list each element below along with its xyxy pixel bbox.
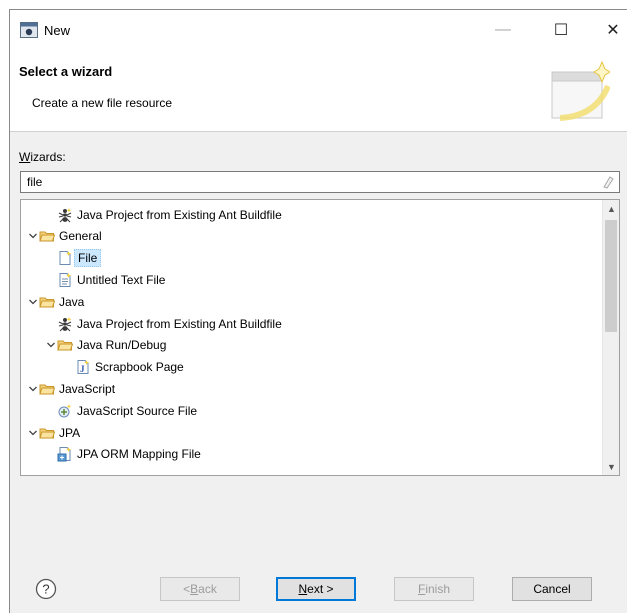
tree-item[interactable]: JavaScript Source File	[45, 400, 197, 421]
scrollbar-thumb[interactable]	[605, 220, 617, 332]
tree-item-label: File	[74, 249, 102, 268]
svg-text:?: ?	[42, 582, 49, 597]
new-wizard-banner-icon	[551, 60, 610, 121]
folder-icon	[57, 337, 73, 353]
title-bar[interactable]: New — ☐ ✕	[10, 10, 627, 50]
banner-title: Select a wizard	[19, 64, 113, 79]
tree-item[interactable]: JPA ORM Mapping File	[45, 444, 201, 465]
tree-item[interactable]: Java Run/Debug	[45, 335, 166, 356]
tree-item-label: Java Project from Existing Ant Buildfile	[77, 316, 282, 331]
tree-item-label: JPA	[59, 425, 81, 440]
scroll-up-arrow-icon[interactable]: ▲	[603, 200, 619, 217]
maximize-button[interactable]: ☐	[538, 10, 584, 50]
finish-button[interactable]: Finish	[394, 577, 474, 601]
tree-item-label: Java	[59, 294, 85, 309]
expand-chevron-icon[interactable]	[45, 339, 57, 351]
scrapbook-icon: J	[75, 359, 91, 375]
expand-chevron-icon[interactable]	[27, 427, 39, 439]
expand-chevron-icon[interactable]	[27, 383, 39, 395]
tree-item[interactable]: Untitled Text File	[45, 269, 165, 290]
tree-item-label: Scrapbook Page	[95, 360, 184, 375]
tree-item-label: JavaScript	[59, 381, 116, 396]
wizard-filter-input[interactable]: file	[20, 171, 620, 193]
folder-icon	[39, 425, 55, 441]
back-button[interactable]: < Back	[160, 577, 240, 601]
tree-item-label: Untitled Text File	[77, 272, 166, 287]
tree-item-label: JavaScript Source File	[77, 403, 198, 418]
tree-item[interactable]: Java	[27, 291, 84, 312]
ant-project-icon	[57, 316, 73, 332]
jpa-mapping-icon	[57, 446, 73, 462]
folder-icon	[39, 228, 55, 244]
clear-filter-icon[interactable]	[601, 175, 615, 189]
tree-item[interactable]: J Scrapbook Page	[63, 357, 184, 378]
tree-item[interactable]: Java Project from Existing Ant Buildfile	[45, 313, 282, 334]
vertical-scrollbar[interactable]: ▲ ▼	[602, 200, 619, 475]
filter-text: file	[27, 175, 43, 189]
js-file-icon	[57, 403, 73, 419]
window-title: New	[44, 23, 71, 38]
next-button[interactable]: Next >	[276, 577, 356, 601]
new-wizard-dialog: New — ☐ ✕ Select a wizard Create a new f…	[9, 9, 627, 613]
cancel-button[interactable]: Cancel	[512, 577, 592, 601]
text-file-icon	[57, 272, 73, 288]
tree-item[interactable]: Java Project from Existing Ant Buildfile	[45, 204, 282, 225]
wizards-label: Wizards:	[19, 150, 66, 164]
eclipse-window-icon	[20, 22, 38, 38]
svg-text:J: J	[80, 364, 85, 374]
tree-item-label: Java Project from Existing Ant Buildfile	[77, 207, 282, 222]
tree-item[interactable]: JPA	[27, 422, 80, 443]
banner-description: Create a new file resource	[32, 96, 173, 110]
tree-item-selected[interactable]: File	[45, 248, 102, 269]
scroll-down-arrow-icon[interactable]: ▼	[603, 458, 619, 475]
folder-icon	[39, 381, 55, 397]
tree-item-label: General	[59, 229, 102, 244]
expand-chevron-icon[interactable]	[27, 296, 39, 308]
wizard-tree[interactable]: Java Project from Existing Ant Buildfile…	[20, 199, 620, 476]
wizard-banner: Select a wizard Create a new file resour…	[10, 50, 627, 132]
tree-item-label: JPA ORM Mapping File	[77, 447, 201, 462]
tree-item-label: Java Run/Debug	[77, 338, 167, 353]
expand-chevron-icon[interactable]	[27, 230, 39, 242]
ant-project-icon	[57, 207, 73, 223]
help-icon[interactable]: ?	[35, 578, 57, 600]
close-button[interactable]: ✕	[590, 10, 628, 50]
folder-icon	[39, 294, 55, 310]
tree-item[interactable]: JavaScript	[27, 378, 115, 399]
minimize-button[interactable]: —	[480, 10, 526, 50]
new-file-icon	[57, 250, 73, 266]
tree-item[interactable]: General	[27, 226, 102, 247]
